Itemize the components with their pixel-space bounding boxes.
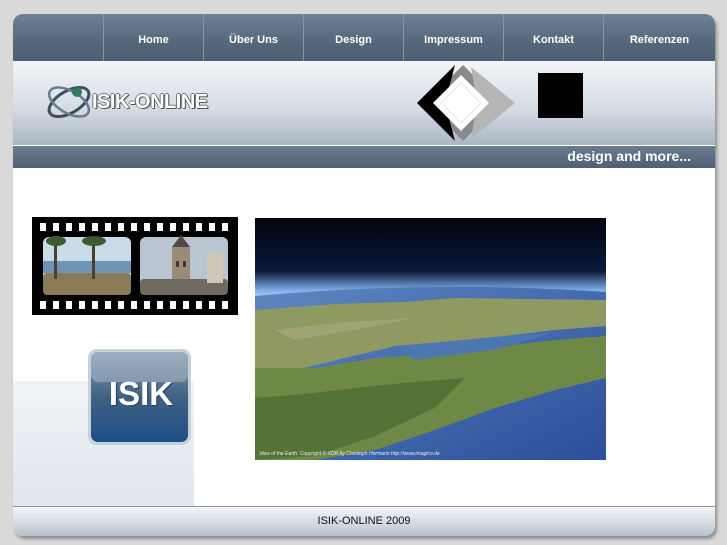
filmstrip-image bbox=[32, 217, 238, 315]
nav-item-kontakt[interactable]: Kontakt bbox=[504, 14, 604, 61]
site-header: ISIK-ONLINE bbox=[13, 61, 715, 145]
site-logo-text[interactable]: ISIK-ONLINE bbox=[92, 91, 208, 114]
tagline-text: design and more... bbox=[567, 148, 691, 164]
site-footer: ISIK-ONLINE 2009 bbox=[13, 506, 715, 536]
nav-item-design[interactable]: Design bbox=[304, 14, 404, 61]
orbit-logo-icon[interactable] bbox=[43, 79, 95, 125]
page-frame: Home Über Uns Design Impressum Kontakt R… bbox=[13, 14, 715, 536]
nav-spacer bbox=[13, 14, 104, 61]
nav-item-ueber-uns[interactable]: Über Uns bbox=[204, 14, 304, 61]
earth-photo-caption: View of the Earth. Copyright © XDR by Ch… bbox=[259, 451, 440, 457]
diamond-logo-icon bbox=[417, 65, 515, 141]
isik-badge-logo[interactable]: ISIK bbox=[86, 347, 193, 447]
tagline-bar: design and more... bbox=[13, 146, 715, 168]
isik-badge-text: ISIK bbox=[108, 375, 174, 412]
main-navigation: Home Über Uns Design Impressum Kontakt R… bbox=[13, 14, 715, 61]
black-square-graphic bbox=[538, 73, 583, 118]
nav-item-impressum[interactable]: Impressum bbox=[404, 14, 504, 61]
nav-item-referenzen[interactable]: Referenzen bbox=[604, 14, 715, 61]
nav-item-home[interactable]: Home bbox=[104, 14, 204, 61]
earth-photo bbox=[255, 218, 606, 460]
